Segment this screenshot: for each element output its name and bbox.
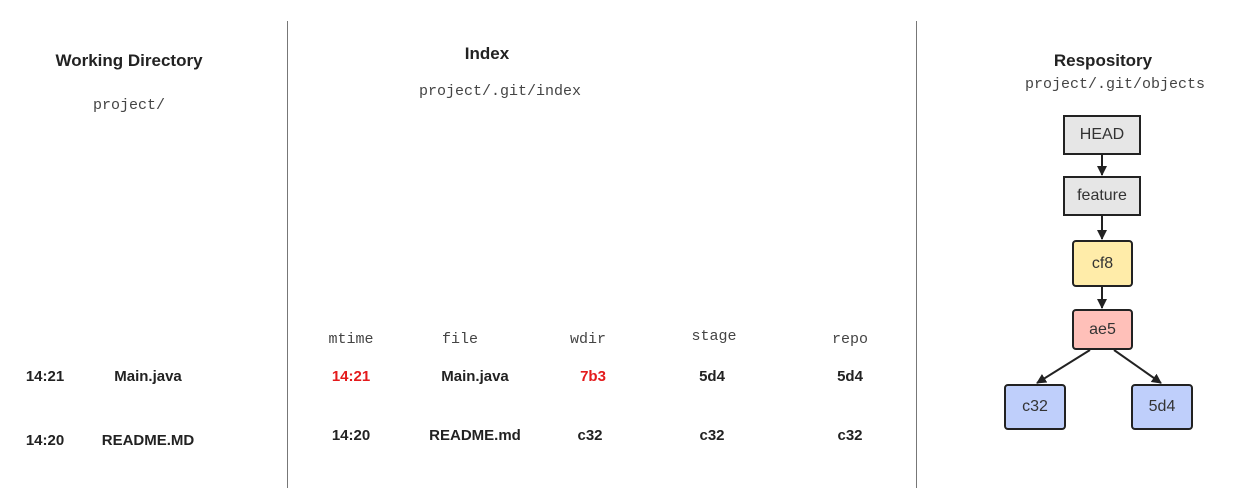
edge-ae5-c32 — [1036, 349, 1091, 384]
blob-5d4-node: 5d4 — [1131, 384, 1193, 430]
edge-ae5-5d4 — [1113, 349, 1162, 384]
head-ref-node: HEAD — [1063, 115, 1141, 155]
feature-branch-node: feature — [1063, 176, 1141, 216]
blob-c32-node: c32 — [1004, 384, 1066, 430]
tree-ae5-node: ae5 — [1072, 309, 1133, 350]
commit-cf8-node: cf8 — [1072, 240, 1133, 287]
